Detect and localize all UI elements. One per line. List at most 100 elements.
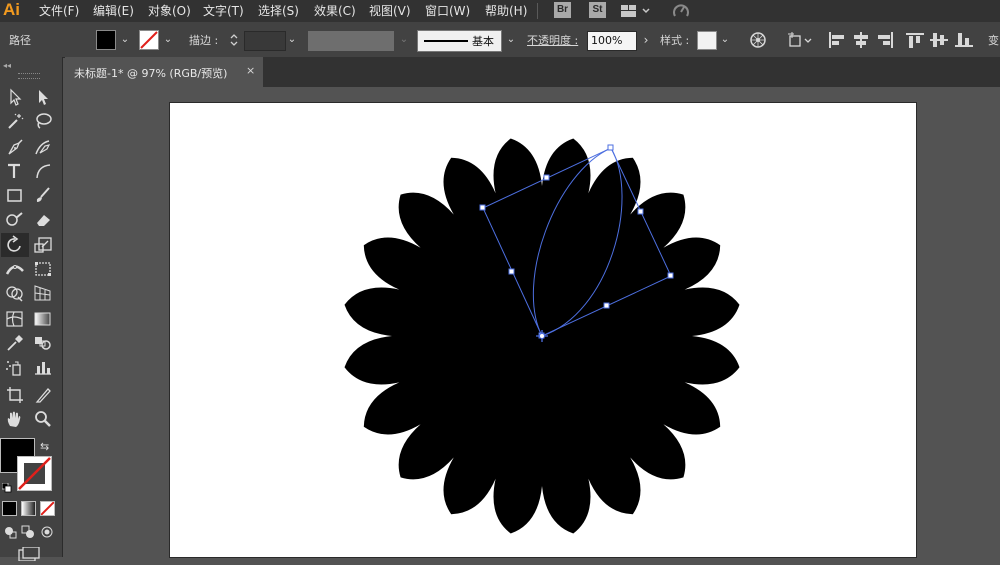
free-transform-tool-icon[interactable]: [32, 259, 54, 279]
zoom-tool-icon[interactable]: [32, 409, 54, 429]
bounding-box-handle[interactable]: [479, 204, 486, 211]
eyedropper-tool-icon[interactable]: [4, 333, 26, 353]
chevron-down-icon[interactable]: ⌄: [505, 34, 517, 46]
curvature-tool-icon[interactable]: [32, 137, 54, 157]
document-tab-title: 未标题-1* @ 97% (RGB/预览): [74, 67, 228, 80]
bounding-box-handle[interactable]: [607, 144, 614, 151]
scale-tool-icon[interactable]: [32, 235, 54, 255]
swap-colors-icon[interactable]: ⇆: [40, 440, 49, 453]
chevron-right-icon[interactable]: ›: [640, 34, 652, 46]
shape-builder-tool-icon[interactable]: [4, 283, 26, 303]
shaper-tool-icon[interactable]: [4, 209, 26, 229]
fill-swatch[interactable]: [96, 30, 116, 50]
menu-select[interactable]: 选择(S): [258, 2, 299, 19]
magic-wand-tool-icon[interactable]: [4, 111, 26, 131]
chevron-down-icon[interactable]: ⌄: [119, 34, 131, 46]
align-vertical-center-icon[interactable]: [930, 32, 948, 52]
tools-panel: ◂◂ ⇆: [0, 57, 63, 562]
rectangle-tool-icon[interactable]: [4, 185, 26, 205]
brush-stroke-preview: [424, 40, 468, 42]
bounding-box-handle[interactable]: [637, 208, 644, 215]
opacity-value: 100%: [591, 34, 623, 47]
menu-file[interactable]: 文件(F): [39, 2, 79, 19]
document-tab-bar: 未标题-1* @ 97% (RGB/预览) ×: [65, 57, 1000, 87]
arrange-documents-icon[interactable]: [620, 3, 652, 23]
artboard-tool-icon[interactable]: [4, 385, 26, 405]
align-right-icon[interactable]: [876, 32, 894, 52]
transform-label[interactable]: 变: [988, 32, 999, 48]
menu-separator: [537, 3, 538, 19]
paintbrush-tool-icon[interactable]: [32, 185, 54, 205]
mesh-tool-icon[interactable]: [4, 309, 26, 329]
draw-normal-icon[interactable]: [3, 524, 17, 543]
collapse-panel-icon[interactable]: ◂◂: [3, 61, 11, 70]
no-stroke-icon: [140, 31, 158, 49]
column-graph-tool-icon[interactable]: [32, 357, 54, 377]
close-icon[interactable]: ×: [246, 64, 255, 77]
screen-mode-icon[interactable]: [18, 546, 40, 565]
menu-bar: Ai 文件(F) 编辑(E) 对象(O) 文字(T) 选择(S) 效果(C) 视…: [0, 0, 1000, 22]
gradient-mode-button[interactable]: [21, 501, 36, 516]
stroke-weight-input[interactable]: [244, 31, 286, 51]
stroke-stepper-icon[interactable]: [228, 31, 240, 49]
menu-edit[interactable]: 编辑(E): [93, 2, 134, 19]
menu-type[interactable]: 文字(T): [203, 2, 244, 19]
artboard[interactable]: [170, 103, 916, 557]
bridge-button[interactable]: Br: [554, 2, 571, 18]
menu-help[interactable]: 帮助(H): [485, 2, 527, 19]
default-colors-icon[interactable]: [1, 478, 12, 493]
gradient-tool-icon[interactable]: [32, 309, 54, 329]
menu-view[interactable]: 视图(V): [369, 2, 411, 19]
align-bottom-icon[interactable]: [955, 32, 973, 52]
gpu-performance-icon[interactable]: [672, 3, 690, 23]
bounding-box-handle[interactable]: [543, 174, 550, 181]
selection-tool-icon[interactable]: [4, 87, 26, 107]
slice-tool-icon[interactable]: [32, 385, 54, 405]
no-fill-icon: [41, 502, 54, 515]
align-horizontal-center-icon[interactable]: [852, 32, 870, 52]
align-left-icon[interactable]: [828, 32, 846, 52]
color-mode-button[interactable]: [2, 501, 17, 516]
panel-grip[interactable]: [18, 73, 40, 79]
arc-tool-icon[interactable]: [32, 161, 54, 181]
brush-definition[interactable]: 基本: [417, 30, 502, 52]
menu-effect[interactable]: 效果(C): [314, 2, 356, 19]
bounding-box-handle[interactable]: [667, 272, 674, 279]
draw-inside-icon[interactable]: [40, 524, 54, 543]
stroke-swatch[interactable]: [139, 30, 159, 50]
graphic-style-swatch[interactable]: [697, 31, 717, 50]
bounding-box-handle[interactable]: [603, 302, 610, 309]
chevron-down-icon[interactable]: ⌄: [162, 34, 174, 46]
chevron-down-icon: ⌄: [399, 34, 409, 45]
perspective-grid-tool-icon[interactable]: [32, 283, 54, 303]
type-tool-icon[interactable]: [4, 161, 26, 181]
chevron-down-icon[interactable]: ⌄: [286, 34, 298, 46]
stock-button[interactable]: St: [589, 2, 606, 18]
draw-behind-icon[interactable]: [21, 524, 35, 543]
eraser-tool-icon[interactable]: [32, 209, 54, 229]
app-logo: Ai: [3, 0, 20, 19]
symbol-sprayer-tool-icon[interactable]: [4, 357, 26, 377]
align-to-icon[interactable]: [788, 32, 814, 52]
align-top-icon[interactable]: [906, 32, 924, 52]
variable-width-profile[interactable]: [308, 31, 394, 51]
none-mode-button[interactable]: [40, 501, 55, 516]
menu-object[interactable]: 对象(O): [148, 2, 191, 19]
bounding-box-handle[interactable]: [508, 268, 515, 275]
blend-tool-icon[interactable]: [32, 333, 54, 353]
stroke-color-box[interactable]: [17, 456, 52, 491]
hand-tool-icon[interactable]: [4, 409, 26, 429]
reference-point-icon: [539, 333, 545, 339]
pen-tool-icon[interactable]: [4, 137, 26, 157]
menu-window[interactable]: 窗口(W): [425, 2, 470, 19]
control-bar: 路径 ⌄ ⌄ 描边 : ⌄ ⌄ 基本 ⌄ 不透明度 : 100% › 样式 : …: [0, 22, 1000, 58]
document-tab[interactable]: 未标题-1* @ 97% (RGB/预览) ×: [65, 57, 263, 87]
opacity-input[interactable]: 100%: [587, 31, 637, 51]
opacity-label[interactable]: 不透明度 :: [527, 32, 578, 48]
width-tool-icon[interactable]: [4, 259, 26, 279]
recolor-artwork-icon[interactable]: [749, 31, 767, 53]
direct-selection-tool-icon[interactable]: [32, 87, 54, 107]
lasso-tool-icon[interactable]: [32, 111, 54, 131]
rotate-tool-icon[interactable]: [4, 235, 26, 255]
chevron-down-icon[interactable]: ⌄: [719, 34, 731, 46]
